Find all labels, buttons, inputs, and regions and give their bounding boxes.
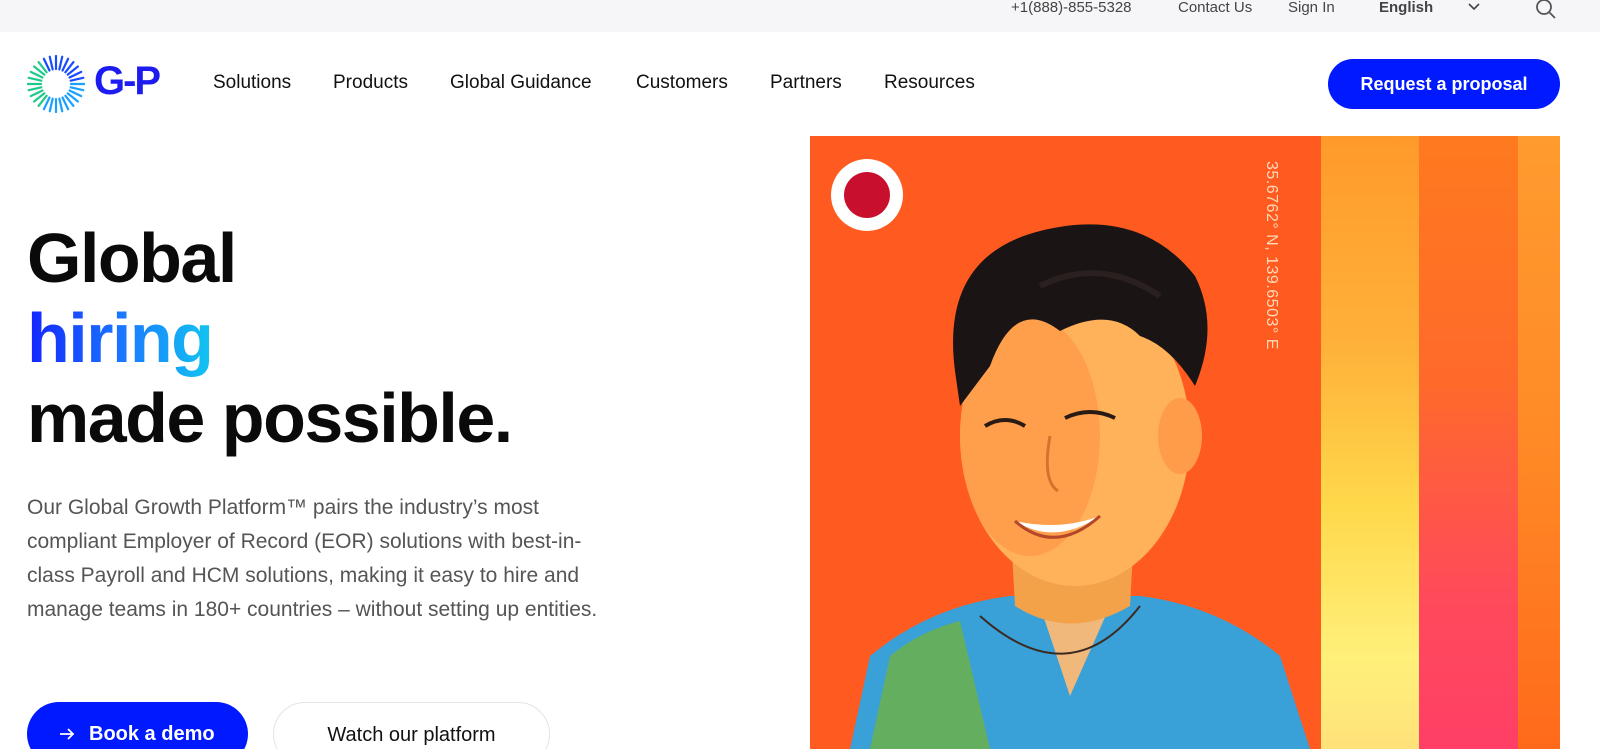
phone-link[interactable]: +1(888)-855-5328 [1011, 0, 1132, 16]
nav-item-global-guidance[interactable]: Global Guidance [450, 72, 592, 94]
color-stripe [1518, 136, 1560, 749]
book-demo-label: Book a demo [89, 722, 215, 745]
logo-text: G-P [94, 59, 161, 103]
color-stripe [1419, 136, 1518, 749]
hero-title-highlight: hiring [27, 299, 214, 377]
sign-in-link[interactable]: Sign In [1288, 0, 1335, 16]
color-stripe [1321, 136, 1419, 749]
watch-platform-button[interactable]: Watch our platform [273, 702, 550, 749]
hero-description: Our Global Growth Platform™ pairs the in… [27, 496, 598, 621]
book-demo-button[interactable]: Book a demo [27, 702, 248, 749]
gp-logo-icon [27, 55, 85, 113]
logo[interactable]: G-P [27, 55, 167, 115]
japan-flag-icon [831, 159, 903, 231]
nav-item-products[interactable]: Products [333, 72, 408, 94]
nav-item-resources[interactable]: Resources [884, 72, 975, 94]
chevron-down-icon[interactable] [1467, 0, 1481, 14]
portrait-image [850, 224, 1310, 749]
hero-title: Global hiring made possible. [27, 218, 513, 458]
request-proposal-button[interactable]: Request a proposal [1328, 59, 1560, 109]
nav-item-partners[interactable]: Partners [770, 72, 842, 94]
hero-title-line3: made possible. [27, 379, 513, 457]
hero-title-line1: Global [27, 219, 237, 297]
contact-us-link[interactable]: Contact Us [1178, 0, 1252, 16]
arrow-right-icon [60, 728, 75, 740]
utility-bar: +1(888)-855-5328 Contact Us Sign In Engl… [0, 0, 1600, 32]
language-select[interactable]: English [1379, 0, 1433, 16]
main-nav: G-P Solutions Products Global Guidance C… [0, 32, 1600, 132]
search-icon[interactable] [1535, 0, 1557, 20]
coordinates-label: 35.6762° N, 139.6503° E [1263, 161, 1280, 350]
nav-item-solutions[interactable]: Solutions [213, 72, 291, 94]
nav-item-customers[interactable]: Customers [636, 72, 728, 94]
hero-image: 35.6762° N, 139.6503° E [810, 136, 1560, 749]
